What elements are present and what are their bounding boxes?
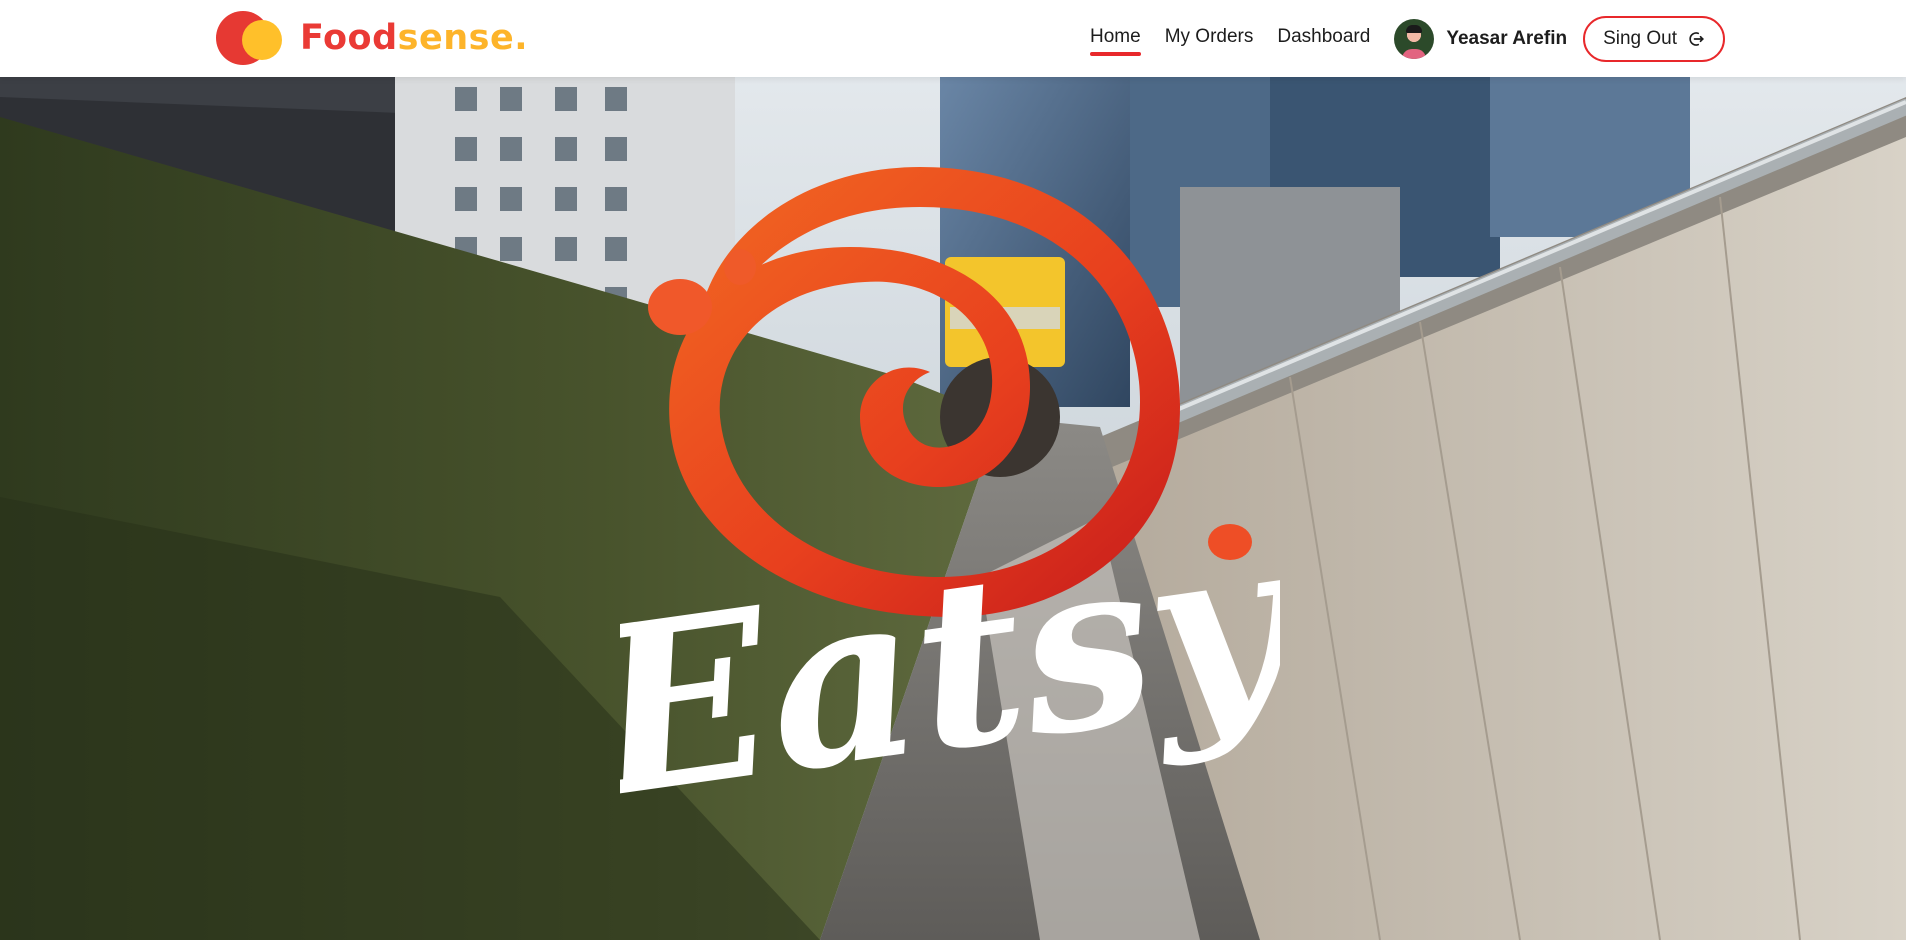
nav-link-home[interactable]: Home — [1090, 26, 1141, 56]
user-name: Yeasar Arefin — [1446, 27, 1568, 49]
top-navbar: Foodsense. Home My Orders Dashboard Yeas… — [0, 0, 1906, 77]
sign-out-label: Sing Out — [1603, 27, 1678, 49]
brand-logo-link[interactable]: Foodsense. — [216, 10, 528, 66]
two-circles-logo-icon — [216, 10, 286, 66]
sign-out-button[interactable]: Sing Out — [1583, 15, 1726, 62]
hero-banner: Eatsy — [0, 77, 1906, 940]
nav-link-my-orders[interactable]: My Orders — [1165, 26, 1254, 52]
brand-name: Foodsense. — [300, 18, 528, 58]
nav-link-dashboard[interactable]: Dashboard — [1277, 26, 1370, 52]
user-avatar — [1394, 18, 1435, 59]
nav-links: Home My Orders Dashboard Yeasar Arefin S… — [1090, 0, 1726, 77]
user-profile[interactable]: Yeasar Arefin — [1394, 18, 1568, 59]
logout-icon — [1689, 31, 1704, 46]
hero-logo-text: Eatsy — [620, 484, 1280, 851]
swirl-logo-icon: Eatsy — [620, 167, 1280, 851]
